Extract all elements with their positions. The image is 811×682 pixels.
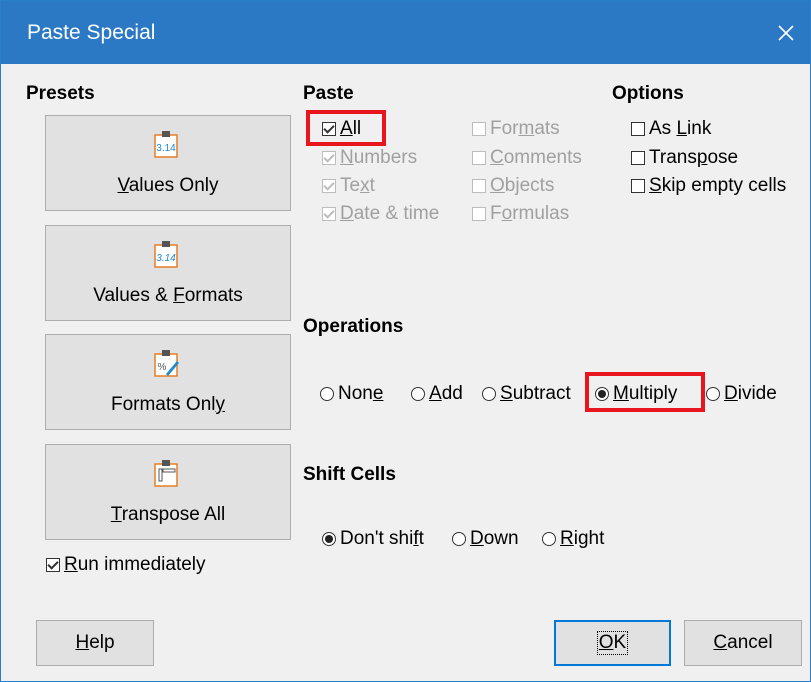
title-bar: Paste Special (1, 1, 810, 64)
paste-numbers-label: Numbers (340, 147, 418, 168)
paste-comments-label: Comments (490, 147, 582, 168)
shift-dont-label: Don't shift (340, 528, 424, 549)
as-link-checkbox[interactable]: As Link (631, 118, 711, 140)
paste-formulas-box (472, 207, 486, 221)
operation-none-circle (320, 387, 334, 401)
clipboard-grid-icon (154, 460, 178, 487)
skip-empty-cells-box (631, 179, 645, 193)
paste-formats-checkbox[interactable]: Formats (472, 118, 560, 140)
operation-divide-circle (706, 387, 720, 401)
operation-subtract-circle (482, 387, 496, 401)
formats-only-button[interactable]: % Formats Only (45, 334, 291, 430)
cancel-button[interactable]: Cancel (684, 620, 802, 666)
paste-formulas-label: Formulas (490, 203, 570, 224)
operation-subtract-radio[interactable]: Subtract (482, 383, 571, 405)
help-label: Help (75, 632, 115, 653)
svg-text:3.14: 3.14 (156, 143, 176, 154)
cancel-label: Cancel (713, 632, 773, 653)
operation-divide-label: Divide (724, 383, 777, 404)
values-only-label: Values Only (117, 175, 219, 196)
clipboard-3-14-italic-icon: 3.14 (154, 241, 178, 268)
highlight-multiply (585, 372, 705, 412)
shift-right-circle (542, 532, 556, 546)
operation-subtract-label: Subtract (500, 383, 571, 404)
paste-text-checkbox[interactable]: Text (322, 175, 375, 197)
run-immediately-box (46, 558, 60, 572)
paste-text-label: Text (340, 175, 375, 196)
paste-date-time-label: Date & time (340, 203, 440, 224)
transpose-label: Transpose (649, 147, 739, 168)
paste-formats-label: Formats (490, 118, 560, 139)
paste-numbers-checkbox[interactable]: Numbers (322, 147, 417, 169)
paste-heading: Paste (303, 83, 354, 104)
shift-down-radio[interactable]: Down (452, 528, 519, 550)
operation-add-label: Add (429, 383, 463, 404)
as-link-label: As Link (649, 118, 712, 139)
paste-formats-box (472, 122, 486, 136)
skip-empty-cells-checkbox[interactable]: Skip empty cells (631, 175, 786, 197)
options-heading: Options (612, 83, 684, 104)
paste-comments-box (472, 151, 486, 165)
operation-add-circle (411, 387, 425, 401)
shift-down-circle (452, 532, 466, 546)
ok-button[interactable]: OK (554, 620, 671, 666)
shift-cells-heading: Shift Cells (303, 464, 396, 485)
transpose-all-label: Transpose All (110, 504, 226, 525)
shift-right-radio[interactable]: Right (542, 528, 604, 550)
operations-heading: Operations (303, 316, 404, 337)
paste-objects-box (472, 179, 486, 193)
values-only-button[interactable]: 3.14 Values Only (45, 115, 291, 211)
help-button[interactable]: Help (36, 620, 154, 666)
paste-objects-label: Objects (490, 175, 555, 196)
highlight-all (306, 110, 386, 146)
run-immediately-checkbox[interactable]: Run immediately (46, 554, 206, 576)
close-button[interactable] (768, 15, 804, 51)
paste-date-time-checkbox[interactable]: Date & time (322, 203, 439, 225)
clipboard-percent-brush-icon: % (154, 350, 179, 377)
paste-objects-checkbox[interactable]: Objects (472, 175, 554, 197)
shift-dont-circle (322, 532, 336, 546)
window-title: Paste Special (27, 21, 156, 44)
operation-none-label: None (338, 383, 384, 404)
clipboard-3-14-icon: 3.14 (154, 131, 178, 158)
paste-formulas-checkbox[interactable]: Formulas (472, 203, 569, 225)
as-link-box (631, 122, 645, 136)
presets-heading: Presets (26, 83, 95, 104)
shift-right-label: Right (560, 528, 605, 549)
svg-text:%: % (158, 362, 167, 373)
paste-text-box (322, 179, 336, 193)
shift-dont-radio[interactable]: Don't shift (322, 528, 424, 550)
formats-only-label: Formats Only (110, 394, 226, 415)
paste-special-dialog: Paste Special Presets 3.14 Values Only 3… (0, 0, 811, 682)
values-and-formats-button[interactable]: 3.14 Values & Formats (45, 225, 291, 321)
run-immediately-label: Run immediately (64, 554, 206, 575)
skip-empty-cells-label: Skip empty cells (649, 175, 787, 196)
transpose-box (631, 151, 645, 165)
shift-down-label: Down (470, 528, 519, 549)
svg-text:3.14: 3.14 (156, 253, 176, 264)
values-and-formats-label: Values & Formats (93, 285, 243, 306)
transpose-all-button[interactable]: Transpose All (45, 444, 291, 540)
close-icon (778, 25, 794, 41)
operation-none-radio[interactable]: None (320, 383, 383, 405)
operation-divide-radio[interactable]: Divide (706, 383, 777, 405)
operation-add-radio[interactable]: Add (411, 383, 463, 405)
ok-label: OK (596, 631, 629, 655)
transpose-checkbox[interactable]: Transpose (631, 147, 738, 169)
paste-numbers-box (322, 151, 336, 165)
paste-date-time-box (322, 207, 336, 221)
paste-comments-checkbox[interactable]: Comments (472, 147, 582, 169)
